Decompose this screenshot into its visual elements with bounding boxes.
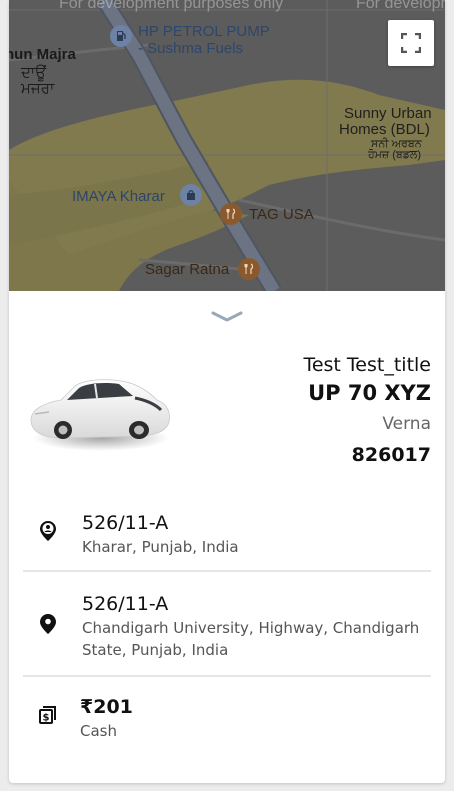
vehicle-info: Test Test_title UP 70 XYZ Verna 826017 <box>303 352 431 470</box>
svg-text:$: $ <box>43 713 50 724</box>
map-label-imaya: IMAYA Kharar <box>72 188 165 205</box>
map-label-village: hun Majra <box>9 46 76 63</box>
map-label-village-pa: ਮਜਰਾ <box>21 80 55 97</box>
restaurant-icon[interactable] <box>220 203 242 225</box>
pickup-address: Kharar, Punjab, India <box>82 538 239 556</box>
payment-method: Cash <box>80 722 117 740</box>
fare-amount: ₹201 <box>80 696 133 718</box>
map-label-petrol-pump: HP PETROL PUMP <box>138 23 270 40</box>
vehicle-plate: UP 70 XYZ <box>308 381 431 405</box>
pickup-pin-icon <box>40 521 56 541</box>
restaurant-icon[interactable] <box>238 258 260 280</box>
ride-otp: 826017 <box>351 444 431 466</box>
collapse-chevron-icon[interactable] <box>210 308 244 324</box>
fare-row: $ ₹201 Cash <box>23 694 431 748</box>
drop-title: 526/11-A <box>82 593 169 615</box>
map-watermark: For developme <box>356 0 445 12</box>
divider <box>23 570 431 572</box>
pickup-title: 526/11-A <box>82 512 169 534</box>
map-label-village-pa: ਦਾਊਂ <box>21 64 47 81</box>
drop-address: Chandigarh University, Highway, Chandiga… <box>82 619 420 659</box>
map-label-petrol-pump: - Sushma Fuels <box>138 40 244 57</box>
divider <box>23 675 431 677</box>
fullscreen-icon <box>401 33 421 53</box>
driver-name: Test Test_title <box>303 354 431 376</box>
map-label-tag-usa: TAG USA <box>249 206 314 223</box>
gas-station-icon[interactable] <box>110 25 132 47</box>
money-icon: $ <box>39 706 56 724</box>
fullscreen-button[interactable] <box>388 20 434 66</box>
car-image <box>30 379 170 451</box>
shopping-bag-icon[interactable] <box>180 184 202 206</box>
vehicle-model: Verna <box>382 414 431 434</box>
pickup-location-row: 526/11-A Kharar, Punjab, India <box>23 508 431 564</box>
drop-location-row: 526/11-A Chandigarh University, Highway,… <box>23 589 431 667</box>
map-label-sunny-urban: Sunny Urban <box>344 105 432 122</box>
map-label-sunny-urban: Homes (BDL) <box>339 121 430 138</box>
map-view[interactable]: For development purposes only For develo… <box>9 0 445 291</box>
map-watermark: For development purposes only <box>59 0 284 12</box>
ride-details-card: For development purposes only For develo… <box>9 0 445 783</box>
map-label-sunny-urban-pa: ਹੋਮਜ਼ (ਬਡਲ) <box>368 149 421 161</box>
map-label-sagar-ratna: Sagar Ratna <box>145 261 230 278</box>
drop-pin-icon <box>40 614 56 634</box>
